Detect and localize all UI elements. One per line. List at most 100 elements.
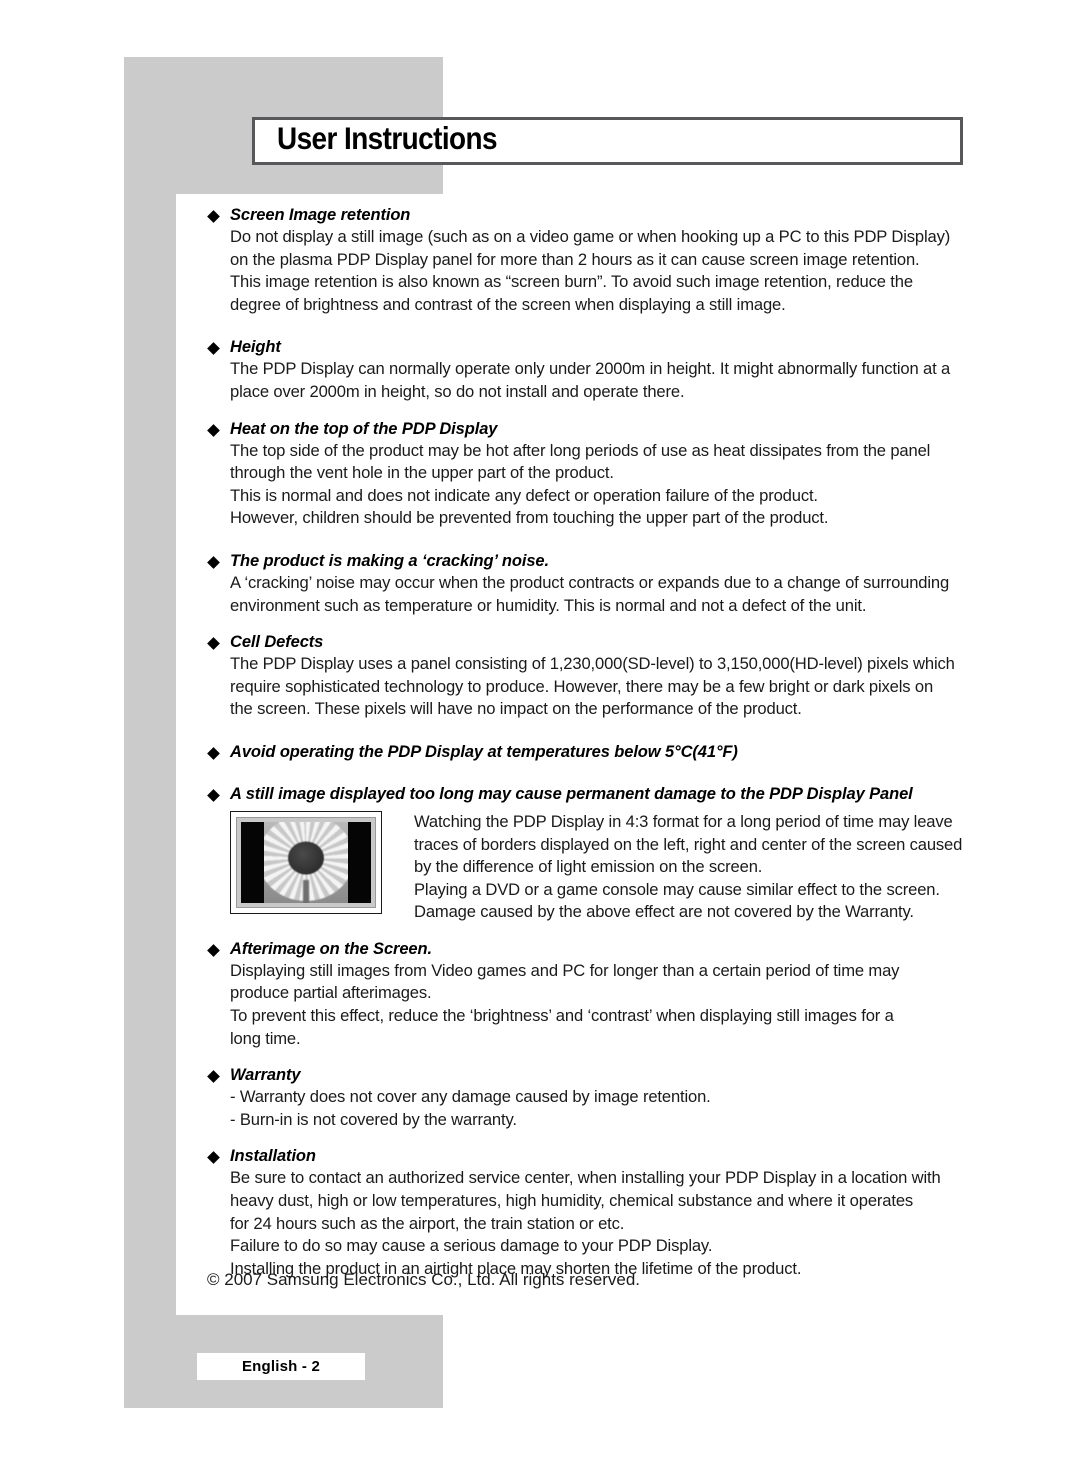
section-warranty: Warranty - Warranty does not cover any d…	[207, 1065, 975, 1131]
body-line: traces of borders displayed on the left,…	[414, 834, 963, 854]
section-heat-on-top: Heat on the top of the PDP Display The t…	[207, 419, 975, 530]
page-title-banner: User Instructions	[252, 117, 963, 165]
sunflower-stem-icon	[303, 880, 309, 903]
section-heading-text: Afterimage on the Screen.	[230, 939, 432, 958]
section-heading: Warranty	[207, 1065, 975, 1086]
body-line: degree of brightness and contrast of the…	[230, 294, 786, 314]
body-line: However, children should be prevented fr…	[230, 508, 829, 528]
body-line: This is normal and does not indicate any…	[230, 485, 818, 505]
body-line: Damage caused by the above effect are no…	[414, 902, 914, 922]
figure-description: Watching the PDP Display in 4:3 format f…	[382, 811, 975, 924]
section-body: The PDP Display uses a panel consisting …	[207, 653, 975, 721]
body-line: This image retention is also known as “s…	[230, 272, 913, 292]
diamond-bullet-icon	[207, 342, 220, 356]
body-line: heavy dust, high or low temperatures, hi…	[230, 1191, 914, 1211]
body-line: environment such as temperature or humid…	[230, 595, 867, 615]
section-heading-text: Height	[230, 338, 281, 357]
body-line: Failure to do so may cause a serious dam…	[230, 1236, 713, 1256]
instructions-content: Screen Image retention Do not display a …	[207, 205, 975, 1280]
diamond-bullet-icon	[207, 210, 220, 223]
diamond-bullet-icon	[207, 1151, 220, 1165]
diamond-bullet-icon	[207, 789, 220, 802]
section-heading-text: Screen Image retention	[230, 206, 411, 224]
copyright-notice: © 2007 Samsung Electronics Co., Ltd. All…	[207, 1270, 641, 1289]
page-number-badge: English - 2	[197, 1353, 365, 1380]
section-height: Height The PDP Display can normally oper…	[207, 337, 975, 403]
section-heading: Avoid operating the PDP Display at tempe…	[207, 742, 975, 763]
section-avoid-low-temperature: Avoid operating the PDP Display at tempe…	[207, 742, 975, 763]
section-still-image-damage: A still image displayed too long may cau…	[207, 784, 975, 924]
body-line: The PDP Display can normally operate onl…	[230, 359, 951, 379]
body-line: Playing a DVD or a game console may caus…	[414, 879, 940, 899]
page-title: User Instructions	[277, 121, 498, 157]
section-heading-text: Cell Defects	[230, 633, 324, 652]
body-line: by the difference of light emission on t…	[414, 857, 763, 877]
tv-bezel	[236, 816, 376, 908]
section-heading: A still image displayed too long may cau…	[207, 784, 975, 805]
pdp-screen-burn-illustration	[230, 810, 382, 914]
section-body: - Warranty does not cover any damage cau…	[207, 1086, 975, 1131]
section-heading: Installation	[207, 1146, 975, 1167]
body-line: To prevent this effect, reduce the ‘brig…	[230, 1006, 894, 1026]
diamond-bullet-icon	[207, 637, 220, 650]
section-cell-defects: Cell Defects The PDP Display uses a pane…	[207, 632, 975, 721]
body-line: place over 2000m in height, so do not in…	[230, 381, 685, 401]
body-line: The top side of the product may be hot a…	[230, 440, 931, 460]
diamond-bullet-icon	[207, 1070, 220, 1084]
section-installation: Installation Be sure to contact an autho…	[207, 1146, 975, 1280]
section-body: Be sure to contact an authorized service…	[207, 1167, 975, 1280]
pillarbox-bar-right	[347, 821, 371, 903]
section-cracking-noise: The product is making a ‘cracking’ noise…	[207, 551, 975, 617]
left-margin-gray-strip	[124, 194, 176, 1315]
section-heading: Afterimage on the Screen.	[207, 939, 975, 960]
diamond-bullet-icon	[207, 747, 220, 760]
body-line: produce partial afterimages.	[230, 983, 432, 1003]
tv-screen	[241, 821, 371, 903]
section-afterimage: Afterimage on the Screen. Displaying sti…	[207, 939, 975, 1050]
section-body: A ‘cracking’ noise may occur when the pr…	[207, 572, 975, 617]
section-body: Do not display a still image (such as on…	[207, 226, 975, 316]
body-line: Displaying still images from Video games…	[230, 960, 900, 980]
body-line: on the plasma PDP Display panel for more…	[230, 249, 920, 269]
section-screen-image-retention: Screen Image retention Do not display a …	[207, 205, 975, 316]
body-line: The PDP Display uses a panel consisting …	[230, 654, 955, 674]
section-heading-text: Avoid operating the PDP Display at tempe…	[230, 742, 738, 761]
section-heading-text: A still image displayed too long may cau…	[230, 784, 913, 803]
page-number-text: English - 2	[241, 1358, 321, 1375]
body-line: Do not display a still image (such as on…	[230, 227, 951, 246]
section-heading-text: Heat on the top of the PDP Display	[230, 419, 498, 438]
sunflower-photo	[264, 821, 348, 903]
section-heading: Height	[207, 337, 975, 358]
section-heading-text: Installation	[230, 1147, 316, 1166]
sunflower-center-icon	[288, 841, 324, 875]
diamond-bullet-icon	[207, 556, 220, 569]
section-body: Displaying still images from Video games…	[207, 960, 975, 1050]
section-heading: Cell Defects	[207, 632, 975, 653]
figure-with-text-row: Watching the PDP Display in 4:3 format f…	[207, 810, 975, 924]
body-line: through the vent hole in the upper part …	[230, 463, 614, 483]
section-heading: Heat on the top of the PDP Display	[207, 419, 975, 440]
diamond-bullet-icon	[207, 944, 220, 957]
section-body: The PDP Display can normally operate onl…	[207, 358, 975, 403]
section-body: The top side of the product may be hot a…	[207, 440, 975, 530]
section-heading-text: The product is making a ‘cracking’ noise…	[230, 551, 549, 570]
body-line: require sophisticated technology to prod…	[230, 676, 934, 696]
body-line: - Burn-in is not covered by the warranty…	[230, 1109, 517, 1129]
body-line: the screen. These pixels will have no im…	[230, 699, 802, 719]
pillarbox-bar-left	[241, 821, 265, 903]
body-line: Be sure to contact an authorized service…	[230, 1168, 941, 1188]
body-line: long time.	[230, 1028, 301, 1048]
body-line: A ‘cracking’ noise may occur when the pr…	[230, 572, 950, 592]
body-line: for 24 hours such as the airport, the tr…	[230, 1213, 625, 1233]
diamond-bullet-icon	[207, 423, 220, 437]
section-heading: Screen Image retention	[207, 205, 975, 226]
body-line: Watching the PDP Display in 4:3 format f…	[414, 811, 953, 831]
